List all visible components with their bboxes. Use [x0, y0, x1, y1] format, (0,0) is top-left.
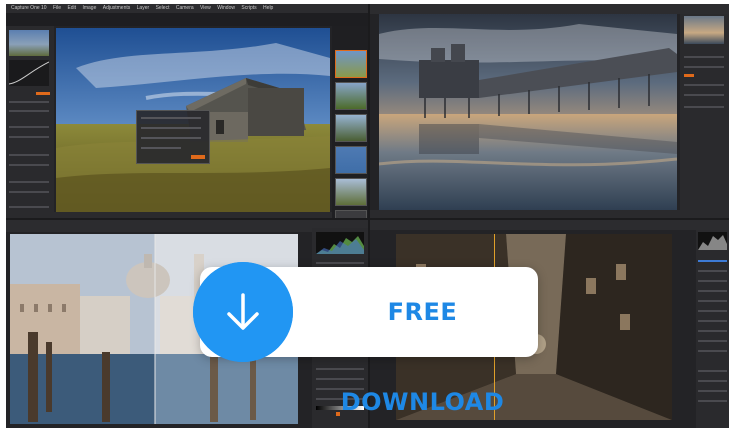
- download-arrow-icon: [193, 262, 293, 362]
- menu-edit[interactable]: Edit: [67, 5, 76, 11]
- menu-bar: Capture One 10 File Edit Image Adjustmen…: [6, 4, 368, 13]
- right-tool-panel: [680, 14, 729, 218]
- toolbar: [370, 4, 729, 14]
- menu-help[interactable]: Help: [263, 5, 273, 11]
- histogram: [316, 232, 364, 254]
- film-thumb-5[interactable]: [335, 178, 367, 206]
- viewer-toolbar: [370, 210, 729, 218]
- pier-photo: [379, 14, 677, 210]
- left-tool-panel: [6, 26, 54, 218]
- menu-file[interactable]: File: [53, 5, 61, 11]
- filmstrip: [332, 26, 368, 218]
- dialog-ok-button[interactable]: [191, 155, 205, 159]
- active-tool-indicator[interactable]: [684, 74, 694, 77]
- film-thumb-6[interactable]: [335, 210, 367, 218]
- toolbar: [6, 13, 368, 26]
- status-bar: [54, 212, 332, 218]
- navigator-thumbnail: [9, 30, 49, 56]
- active-tool-indicator[interactable]: [36, 92, 50, 95]
- menu-select[interactable]: Select: [156, 5, 170, 11]
- menu-view[interactable]: View: [200, 5, 211, 11]
- menu-camera[interactable]: Camera: [176, 5, 194, 11]
- film-thumb-1[interactable]: [335, 50, 367, 78]
- curve-graph[interactable]: [8, 60, 50, 86]
- adjustment-dialog[interactable]: [136, 110, 210, 164]
- menu-window[interactable]: Window: [217, 5, 235, 11]
- menu-layer[interactable]: Layer: [137, 5, 150, 11]
- histogram: [698, 232, 727, 250]
- navigator-thumbnail: [684, 16, 724, 44]
- film-thumb-3[interactable]: [335, 114, 367, 142]
- slider-handle[interactable]: [336, 412, 340, 416]
- right-tool-panel: [696, 230, 729, 428]
- menu-app[interactable]: Capture One 10: [11, 5, 47, 11]
- menu-image[interactable]: Image: [82, 5, 96, 11]
- film-thumb-4[interactable]: [335, 146, 367, 174]
- barn-editor-pane: Capture One 10 File Edit Image Adjustmen…: [6, 4, 368, 218]
- toolbar: [370, 220, 729, 230]
- free-download-label[interactable]: FREE DOWNLOAD: [310, 267, 535, 416]
- menu-adjustments[interactable]: Adjustments: [103, 5, 131, 11]
- menu-scripts[interactable]: Scripts: [241, 5, 256, 11]
- pier-editor-pane: [370, 4, 729, 218]
- film-thumb-2[interactable]: [335, 82, 367, 110]
- download-button[interactable]: [193, 262, 293, 362]
